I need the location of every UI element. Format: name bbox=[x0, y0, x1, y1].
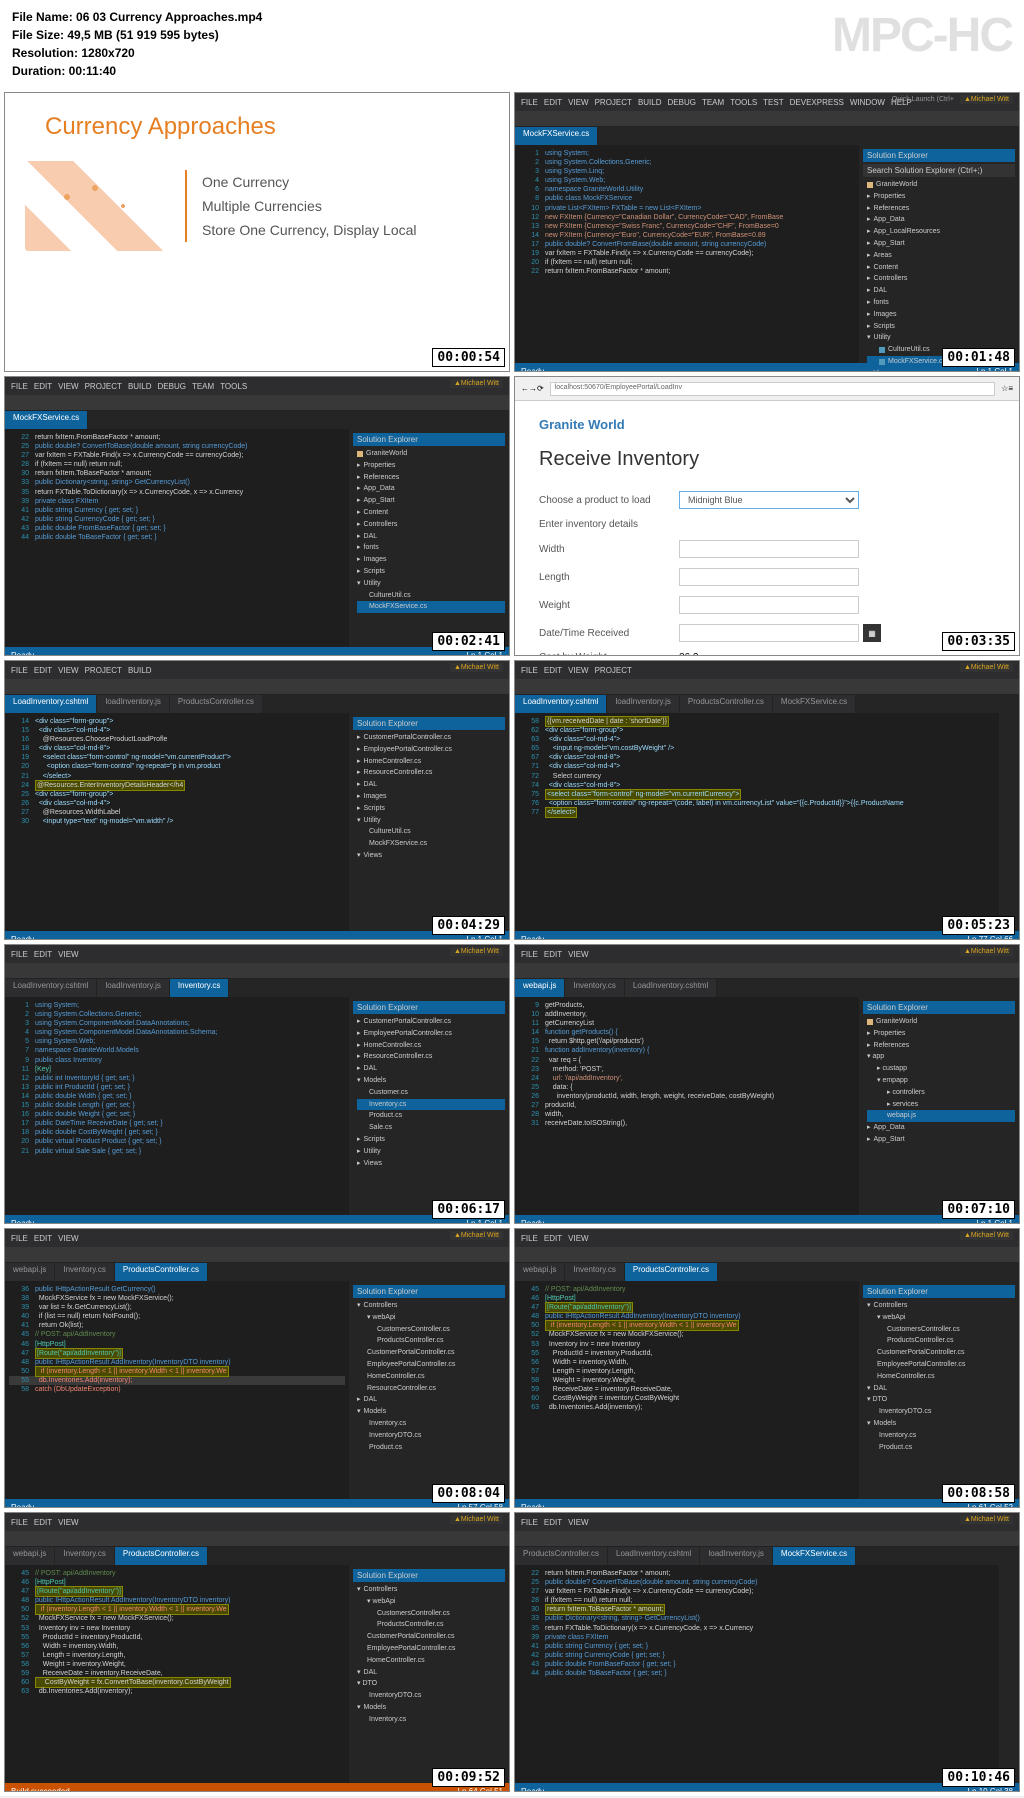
thumb-7: FILEEDITVIEW▲Michael Witt LoadInventory.… bbox=[4, 944, 510, 1224]
thumbnail-grid: Currency Approaches One Currency Multipl… bbox=[0, 88, 1024, 1796]
thumb-4: ←→⟳localhost:50670/EmployeePortal/LoadIn… bbox=[514, 376, 1020, 656]
user-badge[interactable]: ▲Michael Witt bbox=[960, 95, 1013, 104]
width-input[interactable] bbox=[679, 540, 859, 558]
weight-input[interactable] bbox=[679, 596, 859, 614]
thumb-1: Currency Approaches One Currency Multipl… bbox=[4, 92, 510, 372]
page-title: Receive Inventory bbox=[539, 448, 995, 471]
calendar-icon[interactable]: ▦ bbox=[863, 624, 881, 642]
vs-menubar[interactable]: FILEEDITVIEWPROJECTBUILDDEBUGTEAMTOOLSTE… bbox=[515, 93, 1019, 111]
thumb-6: FILEEDITVIEWPROJECT▲Michael Witt LoadInv… bbox=[514, 660, 1020, 940]
product-select[interactable]: Midnight Blue bbox=[679, 491, 859, 509]
thumb-10: FILEEDITVIEW▲Michael Witt webapi.jsInven… bbox=[514, 1228, 1020, 1508]
thumb-9: FILEEDITVIEW▲Michael Witt webapi.jsInven… bbox=[4, 1228, 510, 1508]
length-input[interactable] bbox=[679, 568, 859, 586]
thumb-12: FILEEDITVIEW▲Michael Witt ProductsContro… bbox=[514, 1512, 1020, 1792]
slide-title: Currency Approaches bbox=[25, 113, 489, 141]
date-input[interactable] bbox=[679, 624, 859, 642]
world-map-icon bbox=[25, 161, 165, 251]
thumb-2: FILEEDITVIEWPROJECTBUILDDEBUGTEAMTOOLSTE… bbox=[514, 92, 1020, 372]
brand-link[interactable]: Granite World bbox=[539, 417, 995, 432]
browser-toolbar[interactable]: ←→⟳localhost:50670/EmployeePortal/LoadIn… bbox=[515, 377, 1019, 401]
code-editor[interactable]: 1using System; 2using System.Collections… bbox=[515, 145, 859, 363]
thumb-3: FILEEDITVIEWPROJECTBUILDDEBUGTEAMTOOLS▲M… bbox=[4, 376, 510, 656]
thumb-11: FILEEDITVIEW▲Michael Witt webapi.jsInven… bbox=[4, 1512, 510, 1792]
slide-bullets: One Currency Multiple Currencies Store O… bbox=[185, 170, 417, 242]
vs-tab[interactable]: MockFXService.cs bbox=[515, 127, 598, 145]
url-bar[interactable]: localhost:50670/EmployeePortal/LoadInv bbox=[550, 382, 995, 396]
solution-explorer[interactable]: Solution Explorer Search Solution Explor… bbox=[859, 145, 1019, 363]
thumb-8: FILEEDITVIEW▲Michael Witt webapi.jsInven… bbox=[514, 944, 1020, 1224]
timestamp: 00:00:54 bbox=[432, 348, 505, 367]
file-info-header: File Name: 06 03 Currency Approaches.mp4… bbox=[0, 0, 1024, 88]
thumb-5: FILEEDITVIEWPROJECTBUILD▲Michael Witt Lo… bbox=[4, 660, 510, 940]
mpc-hc-logo: MPC-HC bbox=[832, 8, 1012, 63]
vs-toolbar[interactable] bbox=[515, 111, 1019, 127]
